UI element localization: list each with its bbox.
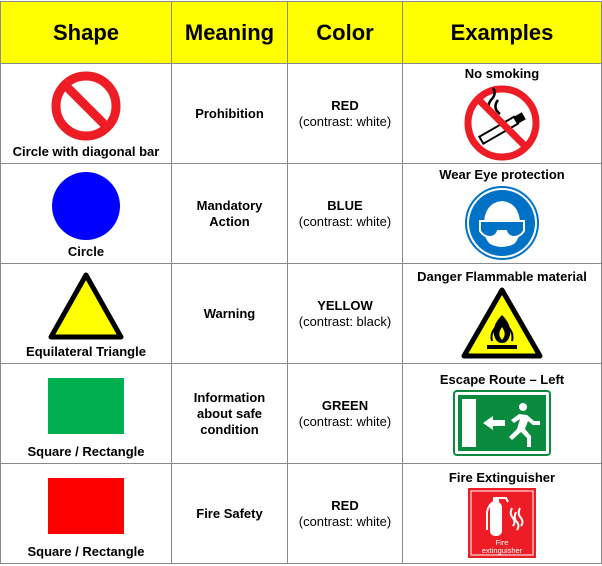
example-cell: Danger Flammable material — [402, 263, 602, 364]
color-cell: YELLOW (contrast: black) — [287, 263, 403, 364]
color-name: GREEN — [321, 397, 369, 413]
color-name: BLUE — [327, 197, 363, 213]
color-contrast: (contrast: white) — [298, 113, 392, 129]
example-title: Danger Flammable material — [417, 268, 587, 284]
table-row: Square / Rectangle Information about saf… — [0, 363, 602, 464]
sign-text-line: extinguisher — [482, 546, 523, 555]
header-examples: Examples — [402, 1, 602, 64]
meaning-cell: Prohibition — [171, 63, 288, 164]
example-cell: Escape Route – Left — [402, 363, 602, 464]
color-cell: RED (contrast: white) — [287, 63, 403, 164]
meaning-text: Fire Safety — [196, 505, 263, 521]
color-contrast: (contrast: white) — [298, 213, 392, 229]
example-title: Fire Extinguisher — [448, 469, 556, 485]
example-cell: Wear Eye protection — [402, 163, 602, 264]
color-contrast: (contrast: white) — [298, 413, 392, 429]
shape-cell: Equilateral Triangle — [0, 263, 172, 364]
example-title: Wear Eye protection — [439, 166, 565, 182]
example-title: No smoking — [464, 65, 540, 81]
green-square-icon — [48, 377, 124, 434]
meaning-line: about safe — [196, 405, 262, 421]
shape-cell: Square / Rectangle — [0, 463, 172, 564]
meaning-cell: Fire Safety — [171, 463, 288, 564]
shape-cell: Circle with diagonal bar — [0, 63, 172, 164]
meaning-text: Warning — [203, 305, 256, 321]
header-row: Shape Meaning Color Examples — [0, 1, 602, 64]
shape-cell: Circle — [0, 163, 172, 264]
meaning-line: Action — [209, 213, 250, 229]
blue-circle-icon — [52, 171, 120, 240]
color-contrast: (contrast: black) — [298, 313, 392, 329]
shape-cell: Square / Rectangle — [0, 363, 172, 464]
warning-triangle-icon — [48, 272, 124, 339]
no-smoking-sign-icon — [464, 85, 540, 160]
table-row: Square / Rectangle Fire Safety RED (cont… — [0, 463, 602, 564]
table-row: Circle with diagonal bar Prohibition RED… — [0, 63, 602, 164]
safety-signs-table: Shape Meaning Color Examples Circle with… — [0, 1, 602, 564]
meaning-cell: Mandatory Action — [171, 163, 288, 264]
meaning-text: Information about safe condition — [172, 390, 287, 438]
header-shape: Shape — [0, 1, 172, 64]
shape-label: Square / Rectangle — [27, 543, 145, 559]
meaning-text: Mandatory Action — [172, 198, 287, 230]
meaning-cell: Warning — [171, 263, 288, 364]
header-meaning: Meaning — [171, 1, 288, 64]
color-name: RED — [331, 97, 359, 113]
fire-extinguisher-sign-icon: Fire extinguisher — [468, 487, 536, 558]
example-title: Escape Route – Left — [439, 371, 565, 387]
meaning-line: Mandatory — [196, 197, 263, 213]
meaning-text: Prohibition — [195, 105, 264, 121]
color-cell: GREEN (contrast: white) — [287, 363, 403, 464]
meaning-line: Information — [193, 389, 266, 405]
header-color: Color — [287, 1, 403, 64]
color-cell: BLUE (contrast: white) — [287, 163, 403, 264]
meaning-line: condition — [200, 421, 259, 437]
prohibition-circle-icon — [51, 71, 121, 140]
escape-route-sign-icon — [453, 389, 551, 456]
example-cell: Fire Extinguisher Fire extinguisher — [402, 463, 602, 564]
shape-label: Circle — [67, 243, 105, 259]
table-row: Circle Mandatory Action BLUE (contrast: … — [0, 163, 602, 264]
shape-label: Square / Rectangle — [27, 443, 145, 459]
red-square-icon — [48, 477, 124, 534]
example-cell: No smoking — [402, 63, 602, 164]
color-name: YELLOW — [317, 297, 373, 313]
color-cell: RED (contrast: white) — [287, 463, 403, 564]
meaning-cell: Information about safe condition — [171, 363, 288, 464]
shape-label: Circle with diagonal bar — [12, 143, 160, 159]
flammable-warning-sign-icon — [461, 287, 543, 358]
shape-label: Equilateral Triangle — [26, 343, 146, 359]
table-row: Equilateral Triangle Warning YELLOW (con… — [0, 263, 602, 364]
color-contrast: (contrast: white) — [298, 513, 392, 529]
eye-protection-sign-icon — [465, 185, 539, 260]
color-name: RED — [331, 497, 359, 513]
